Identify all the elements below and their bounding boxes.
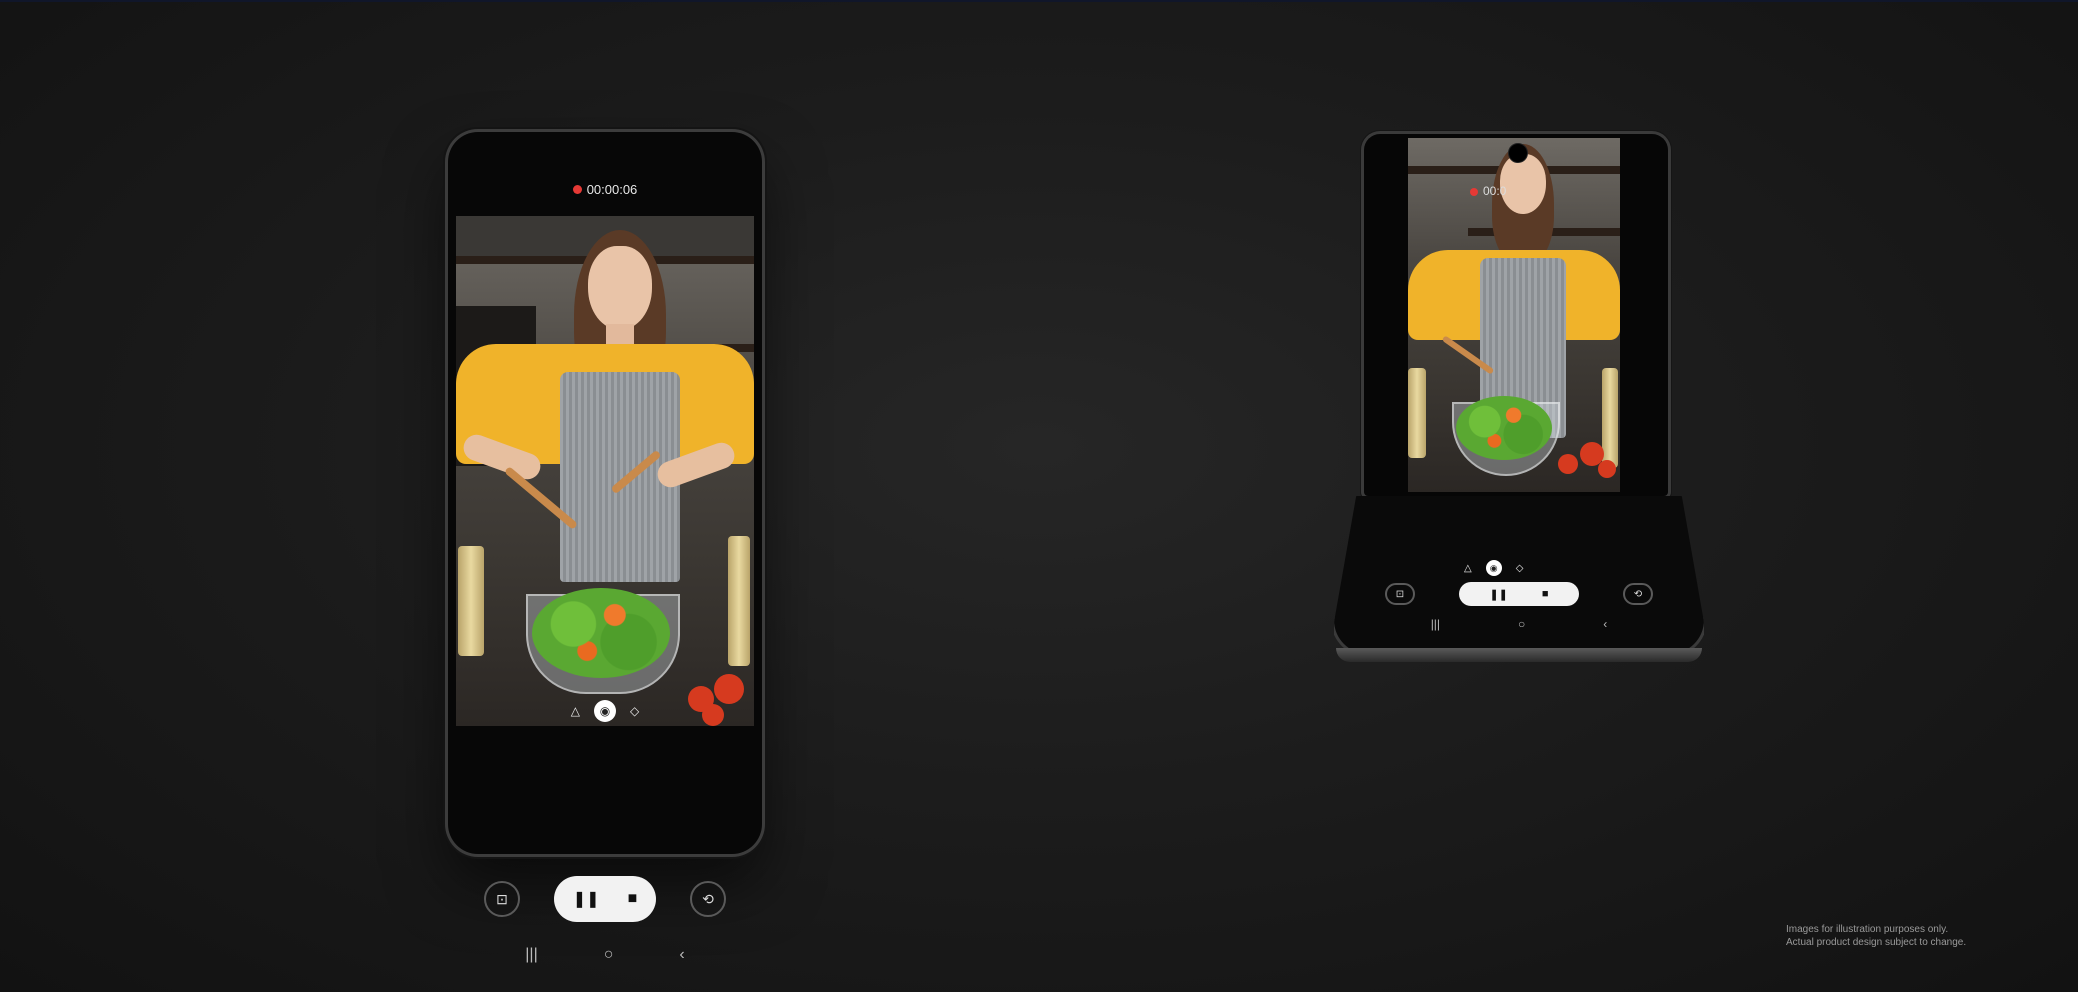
kitchen-scene-image <box>456 216 754 726</box>
flip-triangle-drop-icon[interactable]: △ <box>1464 563 1472 574</box>
flip-device-top-half <box>1364 134 1668 496</box>
recording-dot-icon <box>572 185 582 195</box>
disclaimer-line-2: Actual product design subject to change. <box>1786 937 1967 948</box>
flip-stop-button[interactable]: ■ <box>1542 588 1549 600</box>
flip-pause-button[interactable]: ❚❚ <box>1489 588 1507 601</box>
flip-recording-timer: 00:0 <box>1483 184 1507 198</box>
top-border <box>0 0 2078 2</box>
switch-camera-icon: ⟲ <box>702 890 714 907</box>
drop-icon[interactable]: ◉ <box>594 700 616 722</box>
flip-navigation-bar: ||| ○ ‹ <box>1336 617 1702 631</box>
navigation-bar: ||| ○ ‹ <box>448 946 762 964</box>
flip-recording-controls: ⊡ ❚❚ ■ ⟲ <box>1336 582 1702 606</box>
flip-kitchen-scene-image <box>1408 138 1620 492</box>
flip-snapshot-button[interactable]: ⊡ <box>1385 583 1415 605</box>
flip-camera-viewfinder[interactable] <box>1408 138 1620 492</box>
disclaimer-text: Images for illustration purposes only. A… <box>1786 923 2036 949</box>
flip-recents-button[interactable]: ||| <box>1431 617 1440 631</box>
flip-filter-selector: △ ◉ ◇ <box>1464 560 1523 576</box>
flip-camera-snapshot-icon: ⊡ <box>1395 588 1405 600</box>
triangle-drop-icon[interactable]: △ <box>571 704 580 718</box>
diamond-drop-icon[interactable]: ◇ <box>630 704 639 718</box>
flip-device-edge <box>1336 648 1702 662</box>
recording-controls: ⊡ ❚❚ ■ ⟲ <box>448 876 762 922</box>
flip-switch-camera-icon: ⟲ <box>1633 588 1643 600</box>
home-button[interactable]: ○ <box>604 946 614 964</box>
switch-camera-button[interactable]: ⟲ <box>690 881 726 917</box>
flip-home-button[interactable]: ○ <box>1518 617 1525 631</box>
camera-snapshot-icon: ⊡ <box>496 890 508 907</box>
flip-pause-stop-pill: ❚❚ ■ <box>1459 582 1579 606</box>
pause-stop-pill: ❚❚ ■ <box>554 876 656 922</box>
flip-diamond-drop-icon[interactable]: ◇ <box>1516 563 1524 574</box>
recents-button[interactable]: ||| <box>525 946 537 964</box>
phone-bar-device: 00:00:06 △ ◉ ◇ ⊡ ❚❚ ■ ⟲ ||| ○ ‹ <box>448 132 762 963</box>
flip-back-button[interactable]: ‹ <box>1603 617 1607 631</box>
pause-button[interactable]: ❚❚ <box>573 889 600 909</box>
back-button[interactable]: ‹ <box>679 946 684 964</box>
disclaimer-line-1: Images for illustration purposes only. <box>1786 924 1949 935</box>
recording-timer: 00:00:06 <box>586 182 638 198</box>
filter-selector: △ ◉ ◇ <box>456 696 754 726</box>
snapshot-button[interactable]: ⊡ <box>484 881 520 917</box>
stop-button[interactable]: ■ <box>628 890 638 908</box>
flip-switch-camera-button[interactable]: ⟲ <box>1623 583 1653 605</box>
flip-recording-dot-icon <box>1470 187 1478 196</box>
recording-status: 00:00:06 <box>448 181 762 197</box>
flip-drop-icon[interactable]: ◉ <box>1485 560 1502 576</box>
front-camera-punch-hole <box>1508 143 1528 163</box>
flip-recording-status: 00:0 <box>1470 184 1506 198</box>
camera-viewfinder[interactable]: △ ◉ ◇ <box>456 216 754 726</box>
